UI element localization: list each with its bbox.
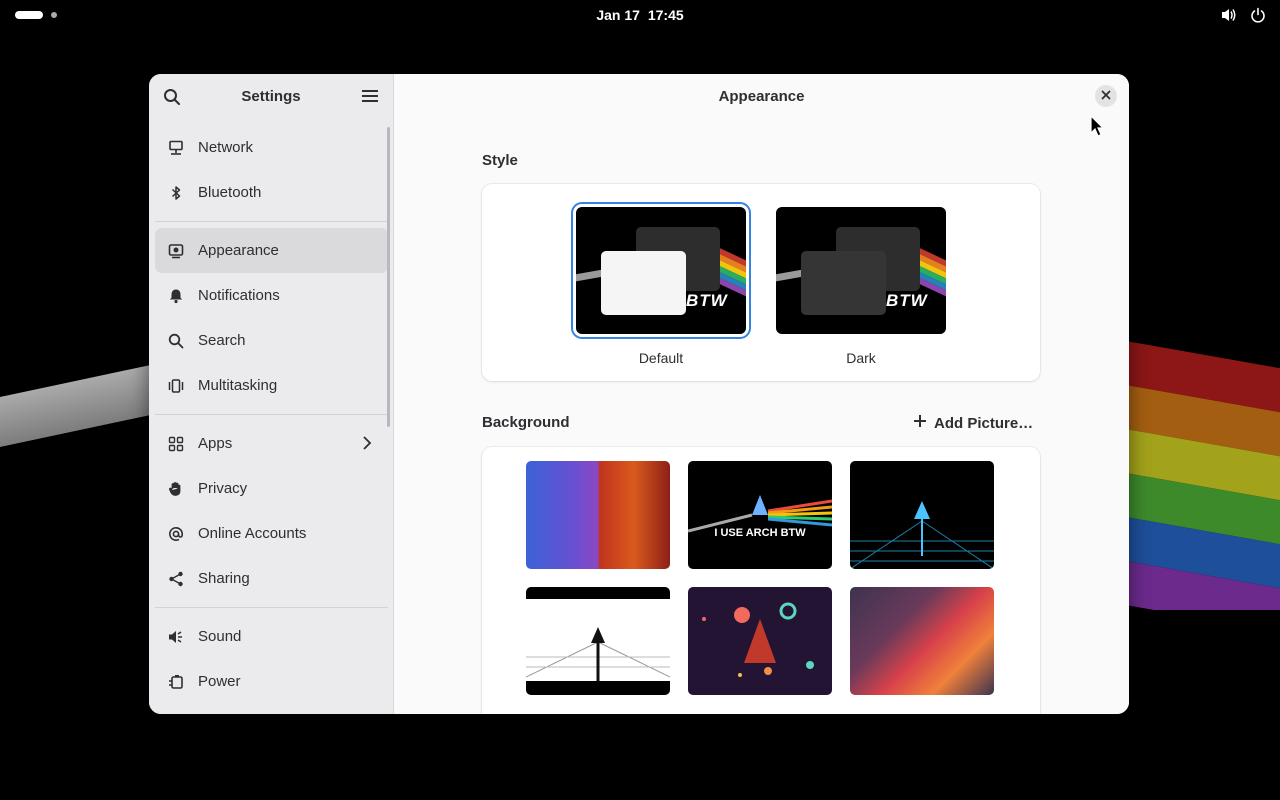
- bluetooth-icon: [168, 185, 184, 201]
- style-card: BTW Default BTW Dark: [482, 184, 1040, 381]
- sidebar-item-apps[interactable]: Apps: [155, 421, 388, 466]
- sidebar-title: Settings: [241, 88, 301, 105]
- wallpaper-rainbow: [1120, 340, 1280, 610]
- sidebar-item-power[interactable]: Power: [155, 659, 388, 704]
- hamburger-menu-icon[interactable]: [362, 89, 378, 108]
- wallpaper-thumbnail[interactable]: [850, 587, 994, 695]
- wallpaper-thumbnail[interactable]: [526, 461, 670, 569]
- sidebar-item-network[interactable]: Network: [155, 125, 388, 170]
- sidebar-item-sound[interactable]: Sound: [155, 614, 388, 659]
- speaker-icon: [168, 629, 184, 645]
- mouse-pointer-icon: [1090, 114, 1105, 142]
- add-picture-label: Add Picture…: [934, 414, 1034, 432]
- sidebar-header: Settings: [149, 74, 393, 120]
- sidebar-divider: [155, 607, 388, 608]
- sidebar-item-appearance[interactable]: Appearance: [155, 228, 388, 273]
- top-bar: Jan 17 17:45: [0, 0, 1280, 32]
- thumb-text: BTW: [886, 291, 928, 310]
- sidebar-list: Network Bluetooth Appearance Notificatio…: [155, 125, 388, 704]
- style-option-label: Dark: [846, 350, 876, 366]
- style-option-label: Default: [638, 350, 684, 366]
- bell-icon: [168, 288, 184, 304]
- chevron-right-icon: [362, 435, 372, 455]
- wallpaper-thumbnail[interactable]: I USE ARCH BTW: [688, 461, 832, 569]
- volume-icon[interactable]: [1220, 6, 1238, 29]
- clock-date: Jan 17: [596, 7, 640, 23]
- add-picture-button[interactable]: Add Picture…: [913, 414, 1033, 432]
- sidebar-item-online-accounts[interactable]: Online Accounts: [155, 511, 388, 556]
- hand-icon: [168, 481, 184, 497]
- sidebar-divider: [155, 221, 388, 222]
- style-option-dark[interactable]: BTW Dark: [776, 207, 946, 366]
- content-pane: Appearance Style BTW Default BTW Dark Ba…: [394, 74, 1129, 714]
- clock[interactable]: Jan 17 17:45: [0, 7, 1280, 23]
- sidebar-divider: [155, 414, 388, 415]
- close-icon: [1101, 87, 1111, 105]
- settings-window: Settings Network Bluetooth Appearance No…: [149, 74, 1129, 714]
- style-dark-thumbnail: BTW: [776, 207, 946, 334]
- sidebar: Settings Network Bluetooth Appearance No…: [149, 74, 394, 714]
- wallpaper-thumbnail[interactable]: [688, 587, 832, 695]
- sidebar-item-label: Sound: [198, 628, 242, 645]
- sidebar-item-label: Power: [198, 673, 241, 690]
- sidebar-item-label: Sharing: [198, 570, 250, 587]
- sidebar-item-label: Appearance: [198, 242, 279, 259]
- power-icon[interactable]: [1250, 7, 1266, 28]
- style-option-default[interactable]: BTW Default: [571, 202, 751, 366]
- page-title: Appearance: [718, 88, 805, 105]
- background-section-label: Background: [482, 414, 570, 431]
- wallpaper-thumbnail[interactable]: [526, 587, 670, 695]
- multitasking-icon: [168, 378, 184, 394]
- network-icon: [168, 140, 184, 156]
- sidebar-item-multitasking[interactable]: Multitasking: [155, 363, 388, 408]
- sidebar-item-label: Online Accounts: [198, 525, 307, 542]
- style-section-label: Style: [482, 152, 518, 169]
- sidebar-scrollbar[interactable]: [387, 127, 390, 427]
- sidebar-item-privacy[interactable]: Privacy: [155, 466, 388, 511]
- sidebar-item-label: Search: [198, 332, 246, 349]
- close-button[interactable]: [1095, 85, 1117, 107]
- sidebar-item-sharing[interactable]: Sharing: [155, 556, 388, 601]
- wallpaper-text: I USE ARCH BTW: [714, 527, 806, 539]
- search-icon: [168, 333, 184, 349]
- sidebar-item-label: Apps: [198, 435, 233, 452]
- wallpaper-thumbnail[interactable]: [850, 461, 994, 569]
- sidebar-item-label: Privacy: [198, 480, 248, 497]
- background-card: I USE ARCH BTW: [482, 447, 1040, 714]
- sidebar-item-search[interactable]: Search: [155, 318, 388, 363]
- battery-icon: [168, 674, 184, 690]
- thumb-text: BTW: [686, 291, 728, 310]
- system-tray[interactable]: [1220, 6, 1266, 29]
- clock-time: 17:45: [647, 7, 684, 23]
- sidebar-item-label: Bluetooth: [198, 184, 262, 201]
- sidebar-item-label: Multitasking: [198, 377, 278, 394]
- sidebar-item-label: Notifications: [198, 287, 280, 304]
- style-default-thumbnail: BTW: [571, 202, 751, 339]
- sidebar-item-bluetooth[interactable]: Bluetooth: [155, 170, 388, 215]
- apps-icon: [168, 436, 184, 452]
- at-icon: [168, 526, 184, 542]
- sidebar-item-notifications[interactable]: Notifications: [155, 273, 388, 318]
- plus-icon: [913, 414, 927, 432]
- share-icon: [168, 571, 184, 587]
- appearance-icon: [168, 243, 184, 259]
- sidebar-item-label: Network: [198, 139, 254, 156]
